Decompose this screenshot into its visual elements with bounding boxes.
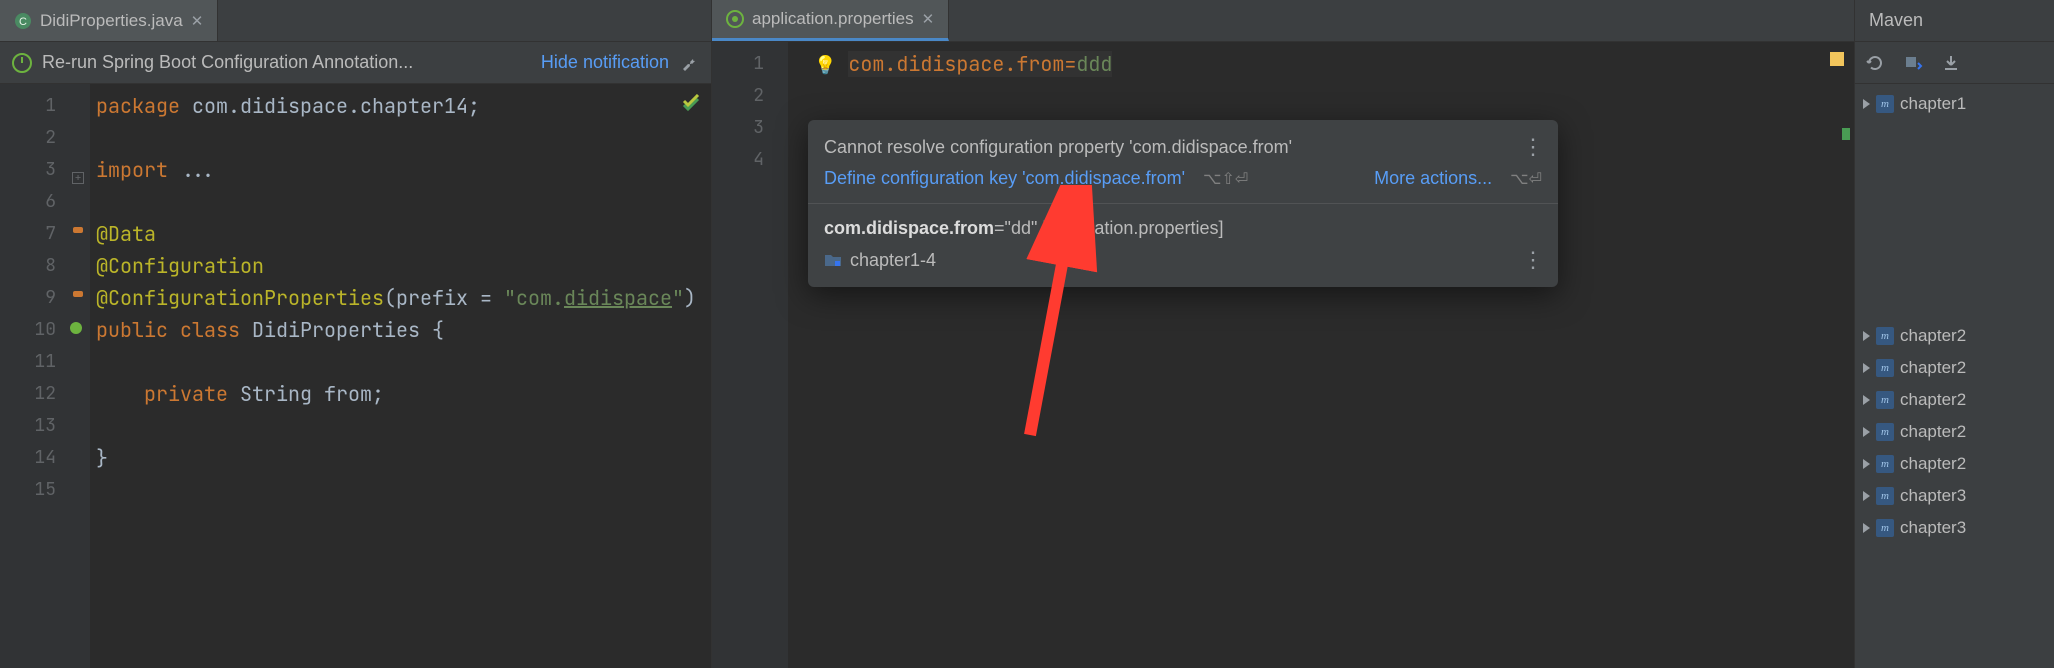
line-number: 1 — [712, 48, 788, 80]
expand-icon[interactable] — [1863, 459, 1870, 469]
svg-text:C: C — [19, 16, 27, 28]
maven-module-icon: m — [1876, 391, 1894, 409]
notification-bar: Re-run Spring Boot Configuration Annotat… — [0, 42, 711, 84]
maven-module-row[interactable]: mchapter2 — [1855, 352, 2054, 384]
line-number: 1 — [0, 90, 90, 122]
tab-application-properties[interactable]: application.properties ✕ — [712, 0, 949, 41]
expand-icon[interactable] — [1863, 331, 1870, 341]
editor-right: application.properties ✕ 1 2 3 4 💡 com.d… — [712, 0, 1854, 668]
line-number: 14 — [0, 442, 90, 474]
close-icon[interactable]: ✕ — [922, 10, 935, 28]
module-name[interactable]: chapter1-4 — [850, 250, 936, 271]
expand-icon[interactable] — [1863, 427, 1870, 437]
line-number: 13 — [0, 410, 90, 442]
inspection-ok-icon[interactable] — [681, 94, 701, 114]
shortcut-hint: ⌥⇧⏎ — [1203, 169, 1248, 189]
occurrence-line[interactable]: com.didispace.from="dd" [application.pro… — [824, 218, 1542, 239]
maven-module-icon: m — [1876, 487, 1894, 505]
bulb-icon[interactable]: 💡 — [814, 54, 836, 77]
line-number: 10 — [0, 314, 90, 346]
expand-icon[interactable] — [1863, 491, 1870, 501]
maven-module-icon: m — [1876, 455, 1894, 473]
maven-toolbar — [1855, 42, 2054, 84]
maven-module-row[interactable]: mchapter2 — [1855, 384, 2054, 416]
maven-module-row[interactable]: mchapter2 — [1855, 448, 2054, 480]
notification-message: Re-run Spring Boot Configuration Annotat… — [42, 52, 531, 73]
tab-label: DidiProperties.java — [40, 11, 183, 31]
line-number: 3+ — [0, 154, 90, 186]
expand-icon[interactable] — [1863, 363, 1870, 373]
close-icon[interactable]: ✕ — [191, 12, 204, 30]
gutter-left: 1 2 3+ 6 7 8 9 10 11 12 13 14 15 — [0, 84, 90, 668]
inspection-popup: Cannot resolve configuration property 'c… — [808, 120, 1558, 287]
gutter-right: 1 2 3 4 — [712, 42, 788, 668]
line-number: 2 — [712, 80, 788, 112]
spring-config-icon — [726, 10, 744, 28]
tab-bar-right: application.properties ✕ — [712, 0, 1854, 42]
line-number: 2 — [0, 122, 90, 154]
line-number: 4 — [712, 144, 788, 176]
line-number: 6 — [0, 186, 90, 218]
line-number: 9 — [0, 282, 90, 314]
maven-module-icon: m — [1876, 95, 1894, 113]
code-area-left[interactable]: 1 2 3+ 6 7 8 9 10 11 12 13 14 15 package… — [0, 84, 711, 668]
more-actions-link[interactable]: More actions... — [1374, 168, 1492, 189]
expand-icon[interactable] — [1863, 395, 1870, 405]
tab-bar-left: C DidiProperties.java ✕ — [0, 0, 711, 42]
expand-icon[interactable] — [1863, 523, 1870, 533]
reload-icon[interactable] — [1865, 53, 1885, 73]
more-icon[interactable]: ⋮ — [1522, 247, 1542, 273]
gutter-marker-icon[interactable] — [72, 224, 84, 236]
maven-module-icon: m — [1876, 327, 1894, 345]
popup-title: Cannot resolve configuration property 'c… — [824, 137, 1522, 158]
spring-boot-icon — [12, 53, 32, 73]
maven-module-row[interactable]: mchapter2 — [1855, 320, 2054, 352]
maven-module-row[interactable]: mchapter3 — [1855, 512, 2054, 544]
maven-module-row[interactable]: mchapter2 — [1855, 416, 2054, 448]
shortcut-hint: ⌥⏎ — [1510, 169, 1542, 189]
bean-icon[interactable] — [68, 320, 84, 336]
maven-module-row[interactable]: mchapter3 — [1855, 480, 2054, 512]
tab-label: application.properties — [752, 9, 914, 29]
line-number: 15 — [0, 474, 90, 506]
line-number: 7 — [0, 218, 90, 250]
line-number: 12 — [0, 378, 90, 410]
maven-module-icon: m — [1876, 519, 1894, 537]
expand-icon[interactable] — [1863, 99, 1870, 109]
class-file-icon: C — [14, 12, 32, 30]
more-icon[interactable]: ⋮ — [1522, 134, 1542, 160]
maven-tree[interactable]: mchapter1 mchapter2 mchapter2 mchapter2 … — [1855, 84, 2054, 668]
line-number: 3 — [712, 112, 788, 144]
code-content-left[interactable]: package com.didispace.chapter14; import … — [90, 84, 711, 668]
wrench-icon[interactable] — [679, 53, 699, 73]
maven-module-icon: m — [1876, 423, 1894, 441]
tab-didiproperties[interactable]: C DidiProperties.java ✕ — [0, 0, 218, 41]
define-config-key-link[interactable]: Define configuration key 'com.didispace.… — [824, 168, 1185, 189]
download-icon[interactable] — [1941, 53, 1961, 73]
maven-panel: Maven mchapter1 mchapter2 mchapter2 mcha… — [1854, 0, 2054, 668]
maven-title[interactable]: Maven — [1855, 0, 2054, 42]
hide-notification-link[interactable]: Hide notification — [541, 52, 669, 73]
gutter-marker-icon[interactable] — [72, 288, 84, 300]
line-number: 11 — [0, 346, 90, 378]
maven-module-row[interactable]: mchapter1 — [1855, 88, 2054, 120]
line-number: 8 — [0, 250, 90, 282]
download-sources-icon[interactable] — [1903, 53, 1923, 73]
maven-module-icon: m — [1876, 359, 1894, 377]
module-icon — [824, 252, 842, 268]
editor-left: C DidiProperties.java ✕ Re-run Spring Bo… — [0, 0, 712, 668]
